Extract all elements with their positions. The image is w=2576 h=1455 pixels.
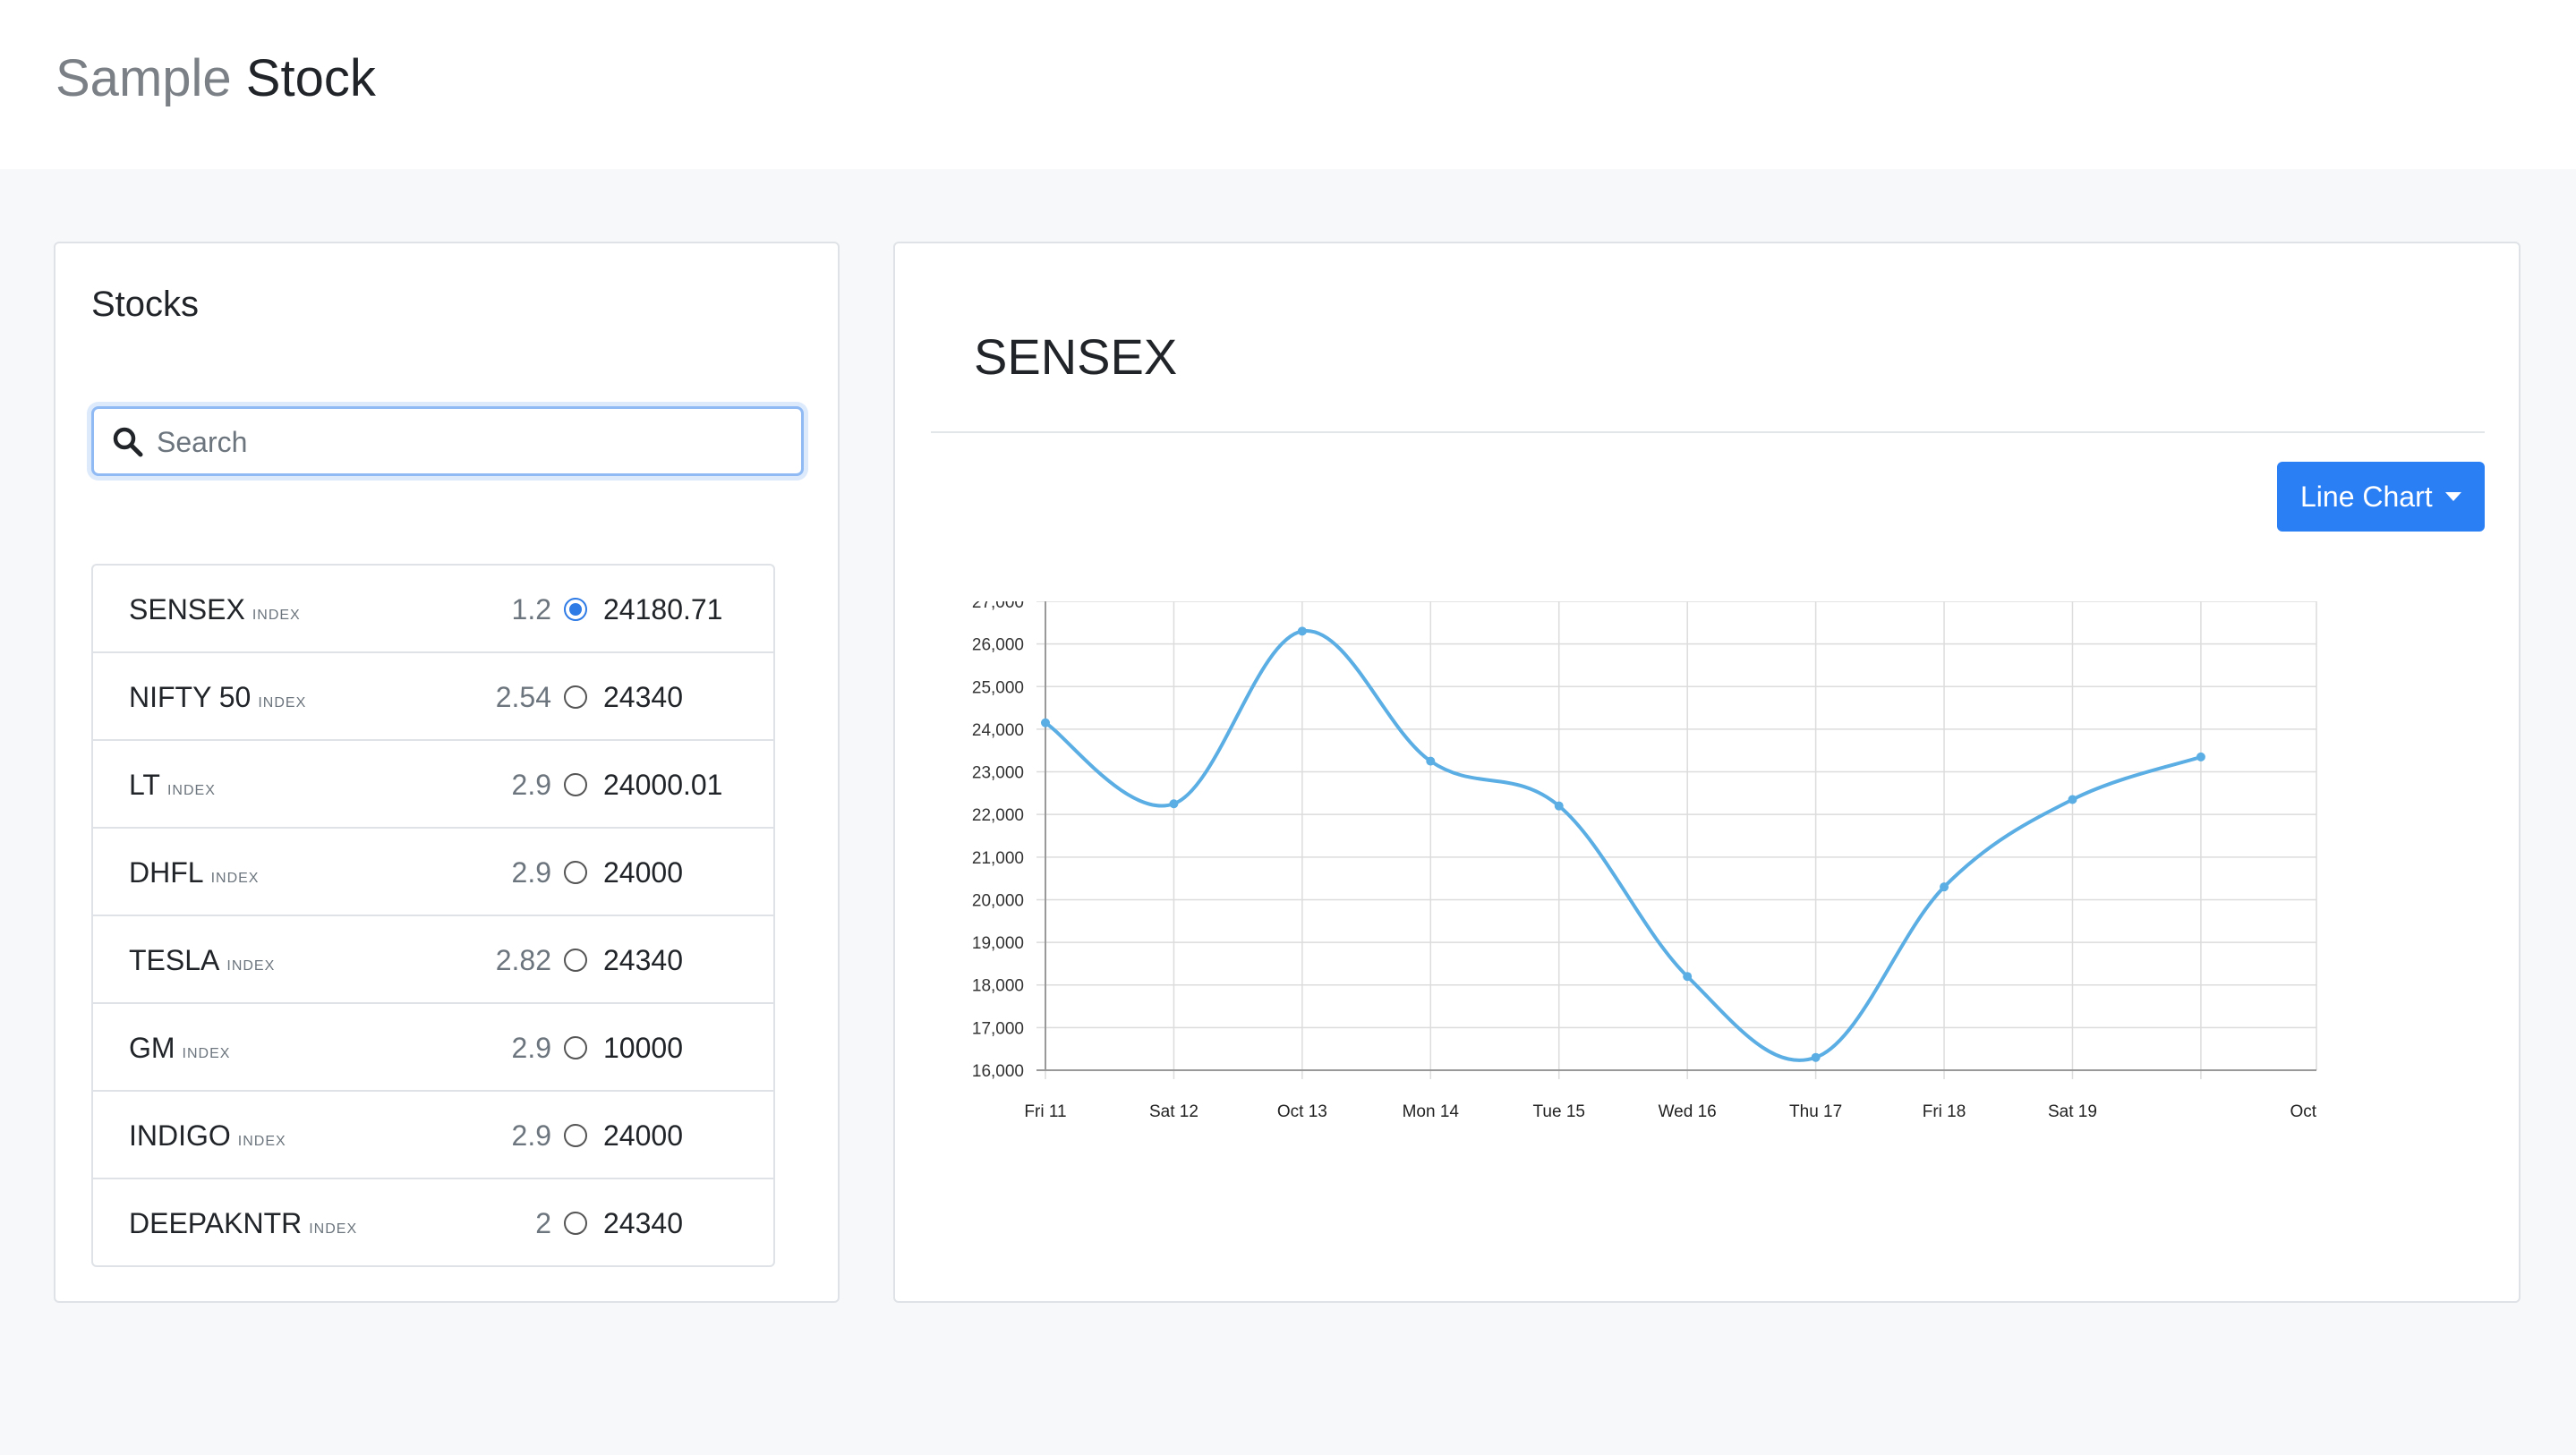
- top-navbar: Sample Stock: [0, 0, 2576, 169]
- stock-select-radio[interactable]: [564, 1036, 587, 1059]
- x-tick-label: Tue 15: [1533, 1102, 1585, 1121]
- caret-down-icon: [2445, 492, 2461, 501]
- series-line: [1044, 629, 2202, 1062]
- data-point: [1940, 882, 1949, 892]
- stock-change: 1.2: [511, 593, 551, 625]
- stock-name: NIFTY 50 INDEX: [129, 681, 307, 713]
- stock-row-indigo[interactable]: INDIGO INDEX 2.9 24000: [93, 1092, 773, 1179]
- data-point: [1297, 626, 1307, 636]
- stock-tag: INDEX: [166, 783, 216, 798]
- x-tick-label: Oct: [2290, 1102, 2316, 1121]
- y-tick-label: 19,000: [972, 934, 1024, 953]
- chart-type-label: Line Chart: [2300, 480, 2433, 513]
- stock-row-dhfl[interactable]: DHFL INDEX 2.9 24000: [93, 829, 773, 916]
- stock-name: DHFL INDEX: [129, 856, 260, 889]
- stock-price: 24180.71: [603, 593, 723, 625]
- y-tick-label: 16,000: [972, 1062, 1024, 1081]
- data-point: [2196, 752, 2205, 762]
- stock-row-nifty-50[interactable]: NIFTY 50 INDEX 2.54 24340: [93, 653, 773, 741]
- y-tick-label: 27,000: [972, 601, 1024, 612]
- stock-select-radio[interactable]: [564, 1124, 587, 1147]
- y-tick-label: 24,000: [972, 721, 1024, 740]
- divider: [931, 431, 2485, 433]
- stock-change: 2.9: [511, 1119, 551, 1152]
- stock-name: GM INDEX: [129, 1032, 231, 1064]
- stock-name: INDIGO INDEX: [129, 1119, 286, 1152]
- stock-name: TESLA INDEX: [129, 944, 276, 976]
- stock-row-sensex[interactable]: SENSEX INDEX 1.2 24180.71: [93, 566, 773, 653]
- x-tick-label: Fri 18: [1923, 1102, 1966, 1121]
- stock-name: SENSEX INDEX: [129, 593, 301, 625]
- stock-price: 24340: [603, 681, 683, 713]
- data-point: [1554, 801, 1564, 811]
- stock-price: 24340: [603, 944, 683, 976]
- data-point: [2068, 795, 2077, 804]
- stock-change: 2.9: [511, 1032, 551, 1064]
- brand-light-text: Sample: [55, 49, 232, 107]
- stock-tag: INDEX: [309, 1221, 358, 1237]
- stock-price: 24000.01: [603, 769, 723, 801]
- y-tick-label: 22,000: [972, 806, 1024, 825]
- stocks-panel-title: Stocks: [91, 285, 200, 324]
- stock-change: 2.82: [495, 944, 551, 976]
- y-tick-label: 25,000: [972, 678, 1024, 697]
- stock-select-radio[interactable]: [564, 598, 587, 621]
- stock-select-radio[interactable]: [564, 773, 587, 796]
- stock-tag: INDEX: [258, 695, 307, 710]
- x-tick-label: Wed 16: [1659, 1102, 1717, 1121]
- stock-select-radio[interactable]: [564, 861, 587, 884]
- chart-panel: SENSEX Line Chart 16,000 17,000 18,000 19,0…: [893, 242, 2521, 1303]
- stock-name: LT INDEX: [129, 769, 216, 801]
- y-tick-label: 21,000: [972, 849, 1024, 868]
- data-point: [1683, 972, 1693, 982]
- x-tick-label: Sat 12: [1149, 1102, 1198, 1121]
- data-point: [1426, 756, 1436, 766]
- stock-name: DEEPAKNTR INDEX: [129, 1207, 358, 1239]
- stock-change: 2.54: [495, 681, 551, 713]
- search-input[interactable]: [155, 416, 785, 468]
- stock-tag: INDEX: [182, 1046, 231, 1061]
- chart-type-dropdown-button[interactable]: Line Chart: [2277, 462, 2485, 532]
- y-tick-label: 17,000: [972, 1019, 1024, 1038]
- x-tick-label: Thu 17: [1789, 1102, 1842, 1121]
- stock-change: 2: [535, 1207, 551, 1239]
- chart-panel-title: SENSEX: [974, 328, 1178, 385]
- line-chart: 16,000 17,000 18,000 19,000 20,000 21,000 22,0…: [972, 601, 2317, 1121]
- stock-change: 2.9: [511, 769, 551, 801]
- y-tick-label: 18,000: [972, 977, 1024, 996]
- brand-dark-text: Stock: [245, 49, 376, 107]
- y-tick-label: 26,000: [972, 636, 1024, 655]
- stock-tag: INDEX: [226, 958, 276, 974]
- stocks-panel: Stocks SENSEXINDEX 1.2 24180.71 NIFTY 50…: [54, 242, 840, 1303]
- data-point: [1041, 718, 1050, 728]
- stock-row-tesla[interactable]: TESLA INDEX 2.82 24340: [93, 916, 773, 1004]
- stock-select-radio[interactable]: [564, 949, 587, 972]
- data-point: [1811, 1052, 1821, 1062]
- stock-tag: INDEX: [252, 608, 301, 623]
- stock-row-deepakntr[interactable]: DEEPAKNTR INDEX 2 24340: [93, 1179, 773, 1265]
- stock-select-radio[interactable]: [564, 685, 587, 709]
- stock-tag: INDEX: [210, 871, 260, 886]
- stock-row-gm[interactable]: GM INDEX 2.9 10000: [93, 1004, 773, 1092]
- stock-price: 24000: [603, 1119, 683, 1152]
- y-tick-label: 23,000: [972, 764, 1024, 783]
- stock-price: 24000: [603, 856, 683, 889]
- search-box[interactable]: [91, 406, 804, 476]
- stock-price: 10000: [603, 1032, 683, 1064]
- stock-list: SENSEX INDEX 1.2 24180.71 NIFTY 50 INDEX 2…: [91, 564, 775, 1267]
- x-tick-label: Mon 14: [1403, 1102, 1460, 1121]
- stock-row-lt[interactable]: LT INDEX 2.9 24000.01: [93, 741, 773, 829]
- stock-select-radio[interactable]: [564, 1212, 587, 1235]
- y-tick-label: 20,000: [972, 891, 1024, 910]
- data-point: [1169, 799, 1179, 809]
- brand-logo[interactable]: Sample Stock: [55, 47, 376, 111]
- stock-price: 24340: [603, 1207, 683, 1239]
- search-icon: [113, 427, 143, 457]
- x-tick-label: Fri 11: [1024, 1102, 1066, 1121]
- x-tick-label: Oct 13: [1277, 1102, 1327, 1121]
- stock-tag: INDEX: [237, 1134, 286, 1149]
- x-tick-label: Sat 19: [2048, 1102, 2097, 1121]
- stock-change: 2.9: [511, 856, 551, 889]
